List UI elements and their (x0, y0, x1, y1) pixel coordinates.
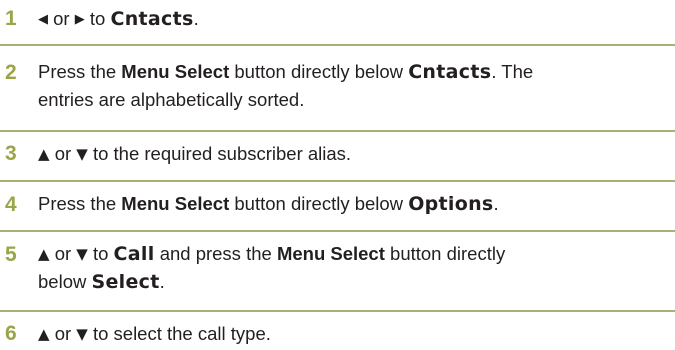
to-text: to (92, 243, 109, 264)
line2-text: entries are alphabetically sorted. (38, 89, 305, 110)
end-text: . (493, 193, 499, 214)
step-number: 2 (5, 61, 17, 84)
up-arrow-icon: ▲ (38, 245, 50, 263)
rest-text: to select the call type. (92, 323, 271, 344)
step-5: 5 ▲ or ▼ to Call and press the Menu Sele… (0, 240, 675, 312)
press-text: Press the (38, 193, 117, 214)
below-text: below (38, 271, 87, 292)
step-number: 6 (5, 322, 17, 345)
up-arrow-icon: ▲ (38, 145, 50, 163)
end-text: . (159, 271, 165, 292)
procedure-steps: 1 ◀ or ▶ to Cntacts. 2 Press the Menu Se… (0, 0, 675, 350)
step-4: 4 Press the Menu Select button directly … (0, 190, 675, 232)
menu-select-label: Menu Select (121, 61, 230, 82)
step-number: 5 (5, 243, 17, 266)
left-arrow-icon: ◀ (38, 12, 48, 27)
menu-select-label: Menu Select (121, 193, 230, 214)
step-number: 1 (5, 7, 17, 30)
middle-text: button directly below (234, 61, 404, 82)
end-text: . (193, 8, 199, 29)
up-arrow-icon: ▲ (38, 325, 50, 343)
or-text: or (54, 243, 72, 264)
or-text: or (54, 323, 72, 344)
down-arrow-icon: ▼ (76, 325, 88, 343)
step-text: ▲ or ▼ to Call and press the Menu Select… (38, 240, 668, 296)
step-6: 6 ▲ or ▼ to select the call type. (0, 320, 675, 350)
menu-select-label: Menu Select (276, 243, 385, 264)
to-text: to (89, 8, 106, 29)
step-text: Press the Menu Select button directly be… (38, 190, 668, 218)
display-label: Call (113, 243, 155, 265)
middle-text: button directly below (234, 193, 404, 214)
or-text: or (54, 143, 72, 164)
down-arrow-icon: ▼ (76, 145, 88, 163)
step-text: ◀ or ▶ to Cntacts. (38, 5, 668, 34)
or-text: or (53, 8, 70, 29)
step-text: Press the Menu Select button directly be… (38, 58, 668, 114)
display-label: Cntacts (408, 61, 492, 83)
step-text: ▲ or ▼ to the required subscriber alias. (38, 140, 668, 168)
display-label: Options (408, 193, 494, 215)
step-number: 3 (5, 142, 17, 165)
step-text: ▲ or ▼ to select the call type. (38, 320, 668, 348)
middle-text: and press the (159, 243, 272, 264)
display-label: Select (91, 271, 160, 293)
press-text: Press the (38, 61, 117, 82)
step-1: 1 ◀ or ▶ to Cntacts. (0, 0, 675, 46)
rest-text: . The (491, 61, 534, 82)
rest-text: button directly (390, 243, 506, 264)
rest-text: to the required subscriber alias. (92, 143, 352, 164)
down-arrow-icon: ▼ (76, 245, 88, 263)
step-2: 2 Press the Menu Select button directly … (0, 54, 675, 132)
step-number: 4 (5, 193, 17, 216)
display-label: Cntacts (110, 8, 194, 30)
step-3: 3 ▲ or ▼ to the required subscriber alia… (0, 140, 675, 182)
right-arrow-icon: ▶ (74, 12, 85, 27)
